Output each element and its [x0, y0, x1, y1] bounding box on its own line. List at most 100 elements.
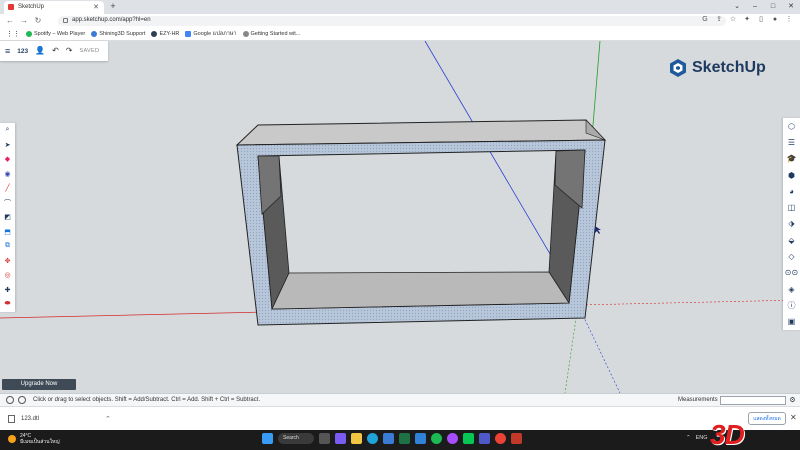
- globe-icon[interactable]: [18, 396, 26, 404]
- walk-tool-icon[interactable]: ✚: [0, 283, 15, 298]
- pencil-line-icon[interactable]: ╱: [0, 181, 15, 196]
- weather-widget[interactable]: 24°C มีเมฆเป็นส่วนใหญ่: [8, 433, 60, 445]
- extensions-area: G ⇪ ☆ ✦ ▯ ● ⋮: [700, 15, 794, 25]
- settings-gear-icon[interactable]: ⚙: [788, 396, 797, 405]
- help-icon[interactable]: [6, 396, 14, 404]
- bookmarks-bar: ⋮⋮ Spotify – Web Player Shining3D Suppor…: [0, 28, 800, 41]
- app-icon[interactable]: [511, 433, 522, 444]
- task-view-icon[interactable]: [319, 433, 330, 444]
- show-all-button[interactable]: แสดงทั้งหมด: [748, 412, 786, 425]
- share-user-icon[interactable]: 👤: [35, 46, 45, 56]
- right-panel-toolbar: ⬡ ☰ 🎓 ⬢ ◕ ◫ ⬗ ⬙ ◇ ⊙⊙ ◈ ⓘ ▣: [783, 118, 800, 330]
- sidepanel-icon[interactable]: ▯: [756, 15, 766, 25]
- select-tool-icon[interactable]: ➤: [0, 138, 15, 153]
- teams-icon[interactable]: [479, 433, 490, 444]
- windows-taskbar: 24°C มีเมฆเป็นส่วนใหญ่ Search ⌃ ENG: [0, 430, 800, 450]
- bookmark-item-shining3d[interactable]: Shining3D Support: [91, 31, 145, 37]
- close-tab-icon[interactable]: ✕: [93, 3, 99, 11]
- hamburger-menu-icon[interactable]: ≡: [5, 46, 10, 56]
- share-icon[interactable]: ⇪: [714, 15, 724, 25]
- move-tool-icon[interactable]: ✥: [0, 254, 15, 269]
- spotify-app-icon[interactable]: [431, 433, 442, 444]
- chrome-icon[interactable]: [495, 433, 506, 444]
- rectangle-tool-icon[interactable]: ◩: [0, 210, 15, 225]
- back-icon[interactable]: ←: [5, 15, 15, 27]
- eraser-tool-icon[interactable]: ◆: [0, 152, 15, 167]
- edge-icon[interactable]: [367, 433, 378, 444]
- download-file-name: 123.dtl: [21, 416, 40, 422]
- orbit-tool-icon[interactable]: ⬬: [0, 297, 15, 312]
- bookmark-item-spotify[interactable]: Spotify – Web Player: [26, 31, 85, 37]
- language-indicator[interactable]: ENG: [696, 435, 708, 441]
- status-message: Click or drag to select objects. Shift =…: [33, 397, 261, 403]
- materials-icon[interactable]: ◕: [783, 183, 800, 199]
- bookmark-star-icon[interactable]: ☆: [728, 15, 738, 25]
- google-icon[interactable]: G: [700, 15, 710, 25]
- taskbar-search[interactable]: Search: [278, 433, 314, 444]
- new-tab-button[interactable]: +: [108, 2, 118, 12]
- windows-start-icon[interactable]: [262, 433, 273, 444]
- instructor-icon[interactable]: 🎓: [783, 151, 800, 167]
- view-icon[interactable]: ◈: [783, 281, 800, 297]
- close-window-icon[interactable]: ✕: [782, 0, 800, 14]
- download-item[interactable]: 123.dtl ⌃: [4, 412, 115, 426]
- line-icon[interactable]: [463, 433, 474, 444]
- panel-icon[interactable]: ▣: [783, 314, 800, 330]
- modeling-viewport[interactable]: [0, 41, 800, 393]
- chevron-up-tray-icon[interactable]: ⌃: [686, 435, 691, 441]
- arc-tool-icon[interactable]: ⌒: [0, 196, 15, 211]
- minimize-icon[interactable]: –: [746, 0, 764, 14]
- reload-icon[interactable]: ↻: [33, 15, 43, 27]
- search-tool-icon[interactable]: ⌕: [0, 123, 15, 138]
- widgets-icon[interactable]: [335, 433, 346, 444]
- chevron-up-icon[interactable]: ⌃: [105, 415, 111, 423]
- undo-icon[interactable]: ↶: [52, 46, 59, 56]
- display-icon[interactable]: ◇: [783, 248, 800, 264]
- browser-tab[interactable]: SketchUp ✕: [4, 1, 104, 14]
- url-input[interactable]: app.sketchup.com/app?hl=en: [58, 16, 726, 26]
- bookmark-item-google-translate[interactable]: Google แปลภาษา: [185, 30, 237, 38]
- kebab-menu-icon[interactable]: ⋮: [784, 15, 794, 25]
- forward-icon[interactable]: →: [19, 15, 29, 27]
- info-icon[interactable]: ⓘ: [783, 297, 800, 313]
- excel-icon[interactable]: [399, 433, 410, 444]
- outliner-icon[interactable]: ☰: [783, 134, 800, 150]
- sketchup-logo: SketchUp: [668, 58, 766, 78]
- photos-icon[interactable]: [415, 433, 426, 444]
- address-bar-row: ← → ↻ app.sketchup.com/app?hl=en G ⇪ ☆ ✦…: [0, 14, 800, 28]
- bookmark-item-getting-started[interactable]: Getting Started wit...: [242, 31, 300, 37]
- redo-icon[interactable]: ↷: [66, 46, 73, 56]
- download-shelf: 123.dtl ⌃ แสดงทั้งหมด ✕: [0, 406, 800, 430]
- system-tray: ⌃ ENG: [686, 435, 708, 441]
- paint-bucket-icon[interactable]: ◉: [0, 167, 15, 182]
- scene-canvas[interactable]: [0, 41, 800, 393]
- sketchup-favicon-icon: [8, 4, 14, 10]
- upgrade-now-button[interactable]: Upgrade Now: [2, 379, 76, 390]
- weather-text: มีเมฆเป็นส่วนใหญ่: [20, 439, 60, 445]
- explorer-icon[interactable]: [351, 433, 362, 444]
- maximize-icon[interactable]: □: [764, 0, 782, 14]
- entity-info-icon[interactable]: ⬡: [783, 118, 800, 134]
- spotify-icon: [26, 31, 32, 37]
- solid-inspector-icon[interactable]: ⊙⊙: [783, 265, 800, 281]
- google-translate-icon: [185, 31, 192, 37]
- apps-grid-icon[interactable]: ⋮⋮: [6, 30, 20, 38]
- push-pull-icon[interactable]: ⬒: [0, 225, 15, 240]
- offset-tool-icon[interactable]: ⧉: [0, 239, 15, 254]
- scenes-icon[interactable]: ⬙: [783, 232, 800, 248]
- left-toolbar: ⌕ ➤ ◆ ◉ ╱ ⌒ ◩ ⬒ ⧉ ✥ ◎ ✚ ⬬: [0, 123, 15, 312]
- measurements-input[interactable]: [720, 396, 786, 405]
- components-icon[interactable]: ⬢: [783, 167, 800, 183]
- profile-avatar-icon[interactable]: ●: [770, 15, 780, 25]
- chevron-down-icon[interactable]: ⌄: [728, 0, 746, 14]
- store-icon[interactable]: [383, 433, 394, 444]
- tape-measure-icon[interactable]: ◎: [0, 268, 15, 283]
- bookmark-item-ezy-hr[interactable]: EZY-HR: [151, 31, 179, 37]
- extensions-puzzle-icon[interactable]: ✦: [742, 15, 752, 25]
- styles-icon[interactable]: ◫: [783, 199, 800, 215]
- messenger-icon[interactable]: [447, 433, 458, 444]
- tags-icon[interactable]: ⬗: [783, 216, 800, 232]
- sketchup-logo-icon: [670, 59, 686, 77]
- file-name[interactable]: 123: [17, 48, 28, 55]
- close-shelf-icon[interactable]: ✕: [790, 413, 797, 422]
